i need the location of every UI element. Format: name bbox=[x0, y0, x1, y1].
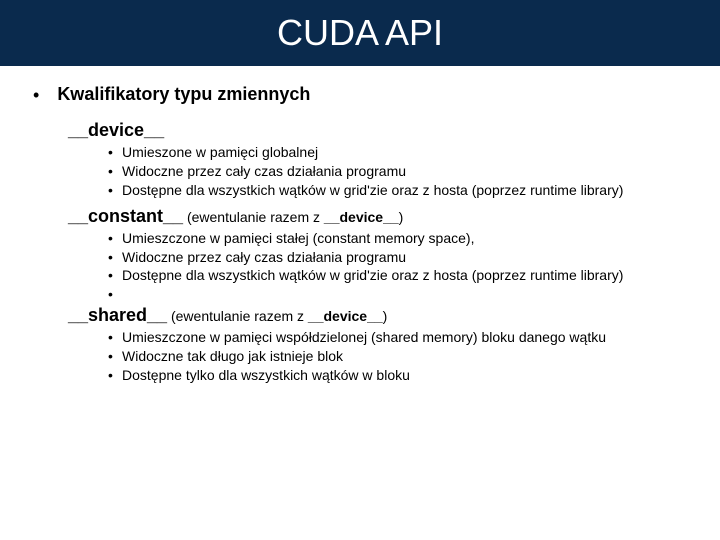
paren-bold: __device__ bbox=[324, 209, 399, 225]
list-item: Dostępne dla wszystkich wątków w grid'zi… bbox=[108, 266, 702, 285]
sub-list: Umieszczone w pamięci współdzielonej (sh… bbox=[108, 328, 702, 385]
paren-text: ) bbox=[383, 308, 388, 324]
paren-bold: __device__ bbox=[308, 308, 383, 324]
list-item: Widoczne przez cały czas działania progr… bbox=[108, 162, 702, 181]
paren-text: (ewentulanie razem z bbox=[183, 209, 324, 225]
list-item: Umieszone w pamięci globalnej bbox=[108, 143, 702, 162]
list-item: Widoczne przez cały czas działania progr… bbox=[108, 248, 702, 267]
sub-list: Umieszone w pamięci globalnej Widoczne p… bbox=[108, 143, 702, 200]
list-item: Dostępne tylko dla wszystkich wątków w b… bbox=[108, 366, 702, 385]
main-heading: Kwalifikatory typu zmiennych bbox=[57, 84, 310, 106]
section-title: __device__ bbox=[68, 120, 164, 140]
section-constant: __constant__ (ewentulanie razem z __devi… bbox=[68, 206, 702, 300]
list-item: Widoczne tak długo jak istnieje blok bbox=[108, 347, 702, 366]
paren-text: ) bbox=[399, 209, 404, 225]
paren-text: (ewentulanie razem z bbox=[167, 308, 308, 324]
list-item: Umieszczone w pamięci współdzielonej (sh… bbox=[108, 328, 702, 347]
list-item: Dostępne dla wszystkich wątków w grid'zi… bbox=[108, 181, 702, 200]
section-title: __shared__ bbox=[68, 305, 167, 325]
section-device: __device__ Umieszone w pamięci globalnej… bbox=[68, 120, 702, 200]
section-shared: __shared__ (ewentulanie razem z __device… bbox=[68, 305, 702, 385]
list-item: Umieszczone w pamięci stałej (constant m… bbox=[108, 229, 702, 248]
section-title: __constant__ bbox=[68, 206, 183, 226]
sub-list: Umieszczone w pamięci stałej (constant m… bbox=[108, 229, 702, 300]
slide-content: • Kwalifikatory typu zmiennych __device_… bbox=[0, 66, 720, 385]
bullet-icon: • bbox=[33, 84, 39, 106]
empty-bullet bbox=[108, 285, 702, 299]
slide-title: CUDA API bbox=[0, 0, 720, 66]
main-bullet: • Kwalifikatory typu zmiennych bbox=[33, 84, 702, 106]
